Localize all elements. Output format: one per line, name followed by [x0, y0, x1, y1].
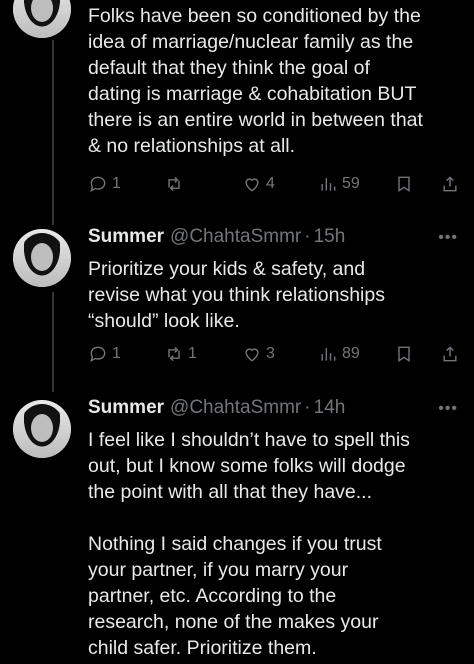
bookmark-button[interactable] — [394, 174, 414, 194]
reply-icon — [90, 346, 106, 363]
user-handle[interactable]: @ChahtaSmmr — [170, 397, 301, 419]
repost-button[interactable] — [164, 174, 188, 194]
display-name[interactable]: Summer — [88, 226, 164, 248]
more-options-button[interactable]: ••• — [438, 400, 458, 418]
reply-icon — [90, 176, 106, 193]
views-icon — [321, 348, 336, 361]
bookmark-button[interactable] — [394, 344, 414, 364]
tweet-text: Prioritize your kids & safety, and revis… — [88, 258, 385, 332]
more-options-button[interactable]: ••• — [438, 229, 458, 247]
repost-icon — [168, 176, 180, 192]
repost-button[interactable]: 1 — [164, 344, 197, 364]
like-button[interactable]: 4 — [242, 174, 275, 194]
separator-dot: · — [304, 226, 311, 247]
like-count: 3 — [266, 345, 275, 362]
avatar[interactable] — [13, 400, 71, 458]
views-count: 59 — [342, 175, 360, 192]
bookmark-icon — [398, 176, 410, 192]
reply-count: 1 — [112, 345, 121, 362]
share-button[interactable] — [440, 344, 460, 364]
separator-dot: · — [304, 397, 311, 418]
thread-line — [52, 292, 54, 392]
share-icon — [443, 176, 457, 192]
like-icon — [245, 178, 259, 192]
reply-button[interactable]: 1 — [88, 174, 121, 194]
avatar[interactable] — [13, 0, 71, 38]
timestamp[interactable]: 14h — [314, 397, 346, 419]
tweet-text: I feel like I shouldn’t have to spell th… — [88, 429, 410, 659]
like-count: 4 — [266, 175, 275, 192]
timestamp[interactable]: 15h — [314, 226, 346, 248]
tweet-header: Summer @ChahtaSmmr · 14h — [88, 397, 345, 421]
tweet-header: Summer @ChahtaSmmr · 15h — [88, 226, 345, 250]
repost-icon — [168, 346, 180, 362]
bookmark-icon — [398, 346, 410, 362]
avatar[interactable] — [13, 229, 71, 287]
views-button[interactable]: 59 — [318, 174, 360, 194]
repost-count: 1 — [188, 345, 197, 362]
user-handle[interactable]: @ChahtaSmmr — [170, 226, 301, 248]
thread-line — [52, 40, 54, 225]
views-icon — [321, 178, 336, 191]
views-count: 89 — [342, 345, 360, 362]
views-button[interactable]: 89 — [318, 344, 360, 364]
like-button[interactable]: 3 — [242, 344, 275, 364]
share-button[interactable] — [440, 174, 460, 194]
tweet-actions: 1 4 59 — [88, 174, 464, 198]
tweet-text: Folks have been so conditioned by the id… — [88, 5, 423, 157]
like-icon — [245, 348, 259, 362]
reply-button[interactable]: 1 — [88, 344, 121, 364]
share-icon — [443, 346, 457, 362]
display-name[interactable]: Summer — [88, 397, 164, 419]
reply-count: 1 — [112, 175, 121, 192]
tweet-actions: 1 1 3 89 — [88, 344, 464, 368]
